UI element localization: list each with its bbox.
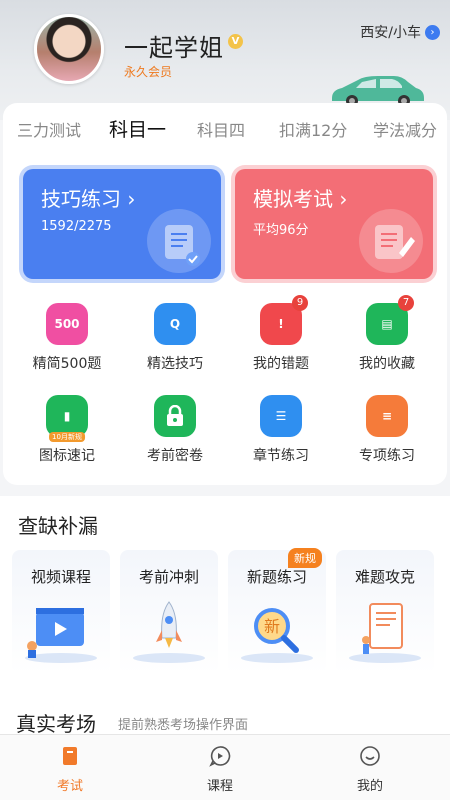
tab-xuefajianfen[interactable]: 学法减分 xyxy=(373,117,437,141)
section-subtitle: 提前熟悉考场操作界面 xyxy=(118,718,249,733)
video-icon xyxy=(25,608,97,663)
feature-label: 精选技巧 xyxy=(147,356,203,372)
feature-secret-paper[interactable]: 考前密卷 xyxy=(125,395,225,465)
clipboard-icon xyxy=(349,603,421,663)
wrong-count-badge: 9 xyxy=(292,295,308,311)
review-cards: 视频课程 考前冲刺 新规 新题练习 新 难题攻克 xyxy=(12,548,442,674)
feature-label: 专项练习 xyxy=(359,448,415,464)
card-label: 新题练习 xyxy=(246,568,307,586)
section-title: 真实考场 xyxy=(16,712,96,736)
feature-500[interactable]: 500 精简500题 xyxy=(17,303,117,373)
list-icon: ≡ xyxy=(366,395,408,437)
member-status: 永久会员 xyxy=(124,65,173,79)
feature-label: 考前密卷 xyxy=(147,448,203,464)
hard-questions-card[interactable]: 难题攻克 xyxy=(336,550,434,674)
search-book-icon: Q xyxy=(154,303,196,345)
tab-label: 课程 xyxy=(206,779,233,794)
book-icon: ▤ 7 xyxy=(366,295,414,345)
new-rule-tag: 新规 xyxy=(288,548,322,568)
bottom-tabbar: 考试 课程 我的 xyxy=(0,734,450,800)
feature-special[interactable]: ≡ 专项练习 xyxy=(337,395,437,465)
card-label: 难题攻克 xyxy=(354,568,415,586)
review-section: 查缺补漏 视频课程 考前冲刺 新规 新题练习 新 难题攻克 xyxy=(0,496,450,692)
tab-exam[interactable]: 考试 xyxy=(30,745,110,794)
profile-header: 一起学姐 V 永久会员 西安/小车 › xyxy=(0,0,450,120)
tab-label: 我的 xyxy=(356,779,383,794)
mock-exam-title: 模拟考试 › xyxy=(253,187,348,211)
favorites-count-badge: 7 xyxy=(398,295,414,311)
tab-kemu4[interactable]: 科目四 xyxy=(197,117,245,141)
exclamation-icon: ! 9 xyxy=(260,295,308,345)
magnifier-icon: 新 xyxy=(241,608,313,663)
card-label: 视频课程 xyxy=(30,568,91,586)
mock-exam-average: 平均96分 xyxy=(253,223,309,238)
500-icon: 500 xyxy=(46,303,88,345)
section-title: 查缺补漏 xyxy=(18,514,98,538)
feature-wrong[interactable]: ! 9 我的错题 xyxy=(231,295,331,373)
feature-label: 图标速记 xyxy=(39,448,95,464)
tab-mine[interactable]: 我的 xyxy=(330,745,410,794)
new-questions-card[interactable]: 新规 新题练习 新 xyxy=(228,548,326,674)
new-rule-tag: 10月新规 xyxy=(49,432,85,442)
username: 一起学姐 xyxy=(124,34,224,62)
feature-label: 我的错题 xyxy=(253,356,309,372)
list-icon: ☰ xyxy=(260,395,302,437)
subject-tabs: 三力测试 科目一 科目四 扣满12分 学法减分 xyxy=(3,117,447,147)
vip-badge: V xyxy=(228,34,243,49)
feature-favorites[interactable]: ▤ 7 我的收藏 xyxy=(337,295,437,373)
tab-kemu1[interactable]: 科目一 xyxy=(109,115,166,142)
feature-label: 章节练习 xyxy=(253,448,309,464)
feature-skills[interactable]: Q 精选技巧 xyxy=(125,303,225,373)
tab-course[interactable]: 课程 xyxy=(180,745,260,794)
pencil-document-icon xyxy=(359,209,423,273)
document-icon xyxy=(147,209,211,273)
mock-exam-card[interactable]: 模拟考试 › 平均96分 xyxy=(235,169,433,279)
skill-practice-progress: 1592/2275 xyxy=(41,219,112,234)
lock-icon xyxy=(154,395,196,437)
skill-practice-title: 技巧练习 › xyxy=(41,187,136,211)
location-selector[interactable]: 西安/小车 › xyxy=(360,22,440,42)
tab-label: 考试 xyxy=(56,779,83,794)
feature-label: 精简500题 xyxy=(32,356,102,372)
chevron-right-icon: › xyxy=(425,24,440,40)
skill-practice-card[interactable]: 技巧练习 › 1592/2275 xyxy=(23,169,221,279)
smile-icon xyxy=(360,746,380,766)
main-card: 三力测试 科目一 科目四 扣满12分 学法减分 技巧练习 › 1592/2275… xyxy=(3,103,447,485)
road-icon: ▮ 10月新规 xyxy=(46,395,88,442)
video-course-card[interactable]: 视频课程 xyxy=(12,550,110,674)
tab-sanli[interactable]: 三力测试 xyxy=(17,117,81,141)
avatar[interactable] xyxy=(34,14,104,84)
rocket-icon xyxy=(133,601,205,663)
play-bubble-icon xyxy=(209,746,231,767)
location-label: 西安/小车 xyxy=(360,25,421,41)
sprint-card[interactable]: 考前冲刺 xyxy=(120,550,218,674)
tab-koumang12[interactable]: 扣满12分 xyxy=(279,117,347,141)
svg-text:新: 新 xyxy=(264,617,280,636)
feature-signs[interactable]: ▮ 10月新规 图标速记 xyxy=(17,395,117,465)
feature-chapter[interactable]: ☰ 章节练习 xyxy=(231,395,331,465)
card-label: 考前冲刺 xyxy=(138,568,199,586)
feature-label: 我的收藏 xyxy=(359,356,415,372)
exam-book-icon xyxy=(63,747,77,765)
